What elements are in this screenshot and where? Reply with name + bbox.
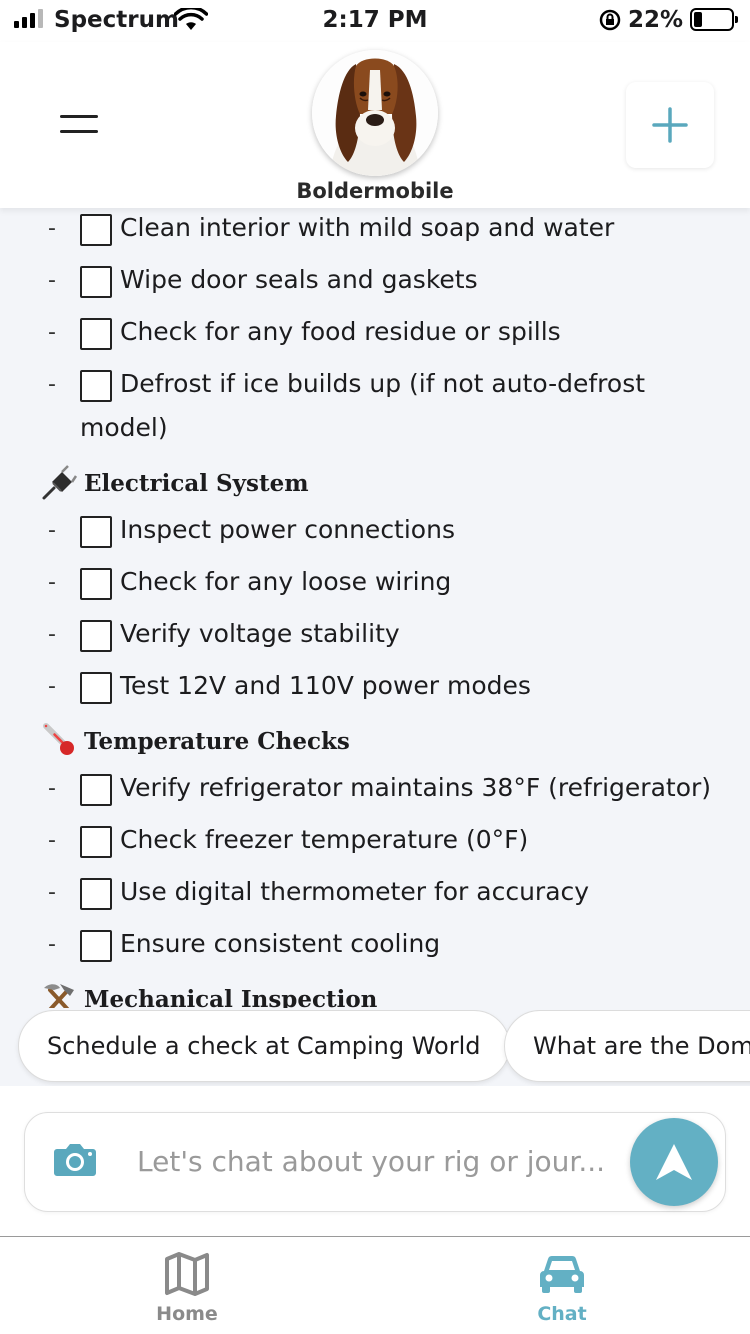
checkbox[interactable]: [80, 620, 112, 652]
send-button[interactable]: [630, 1118, 718, 1206]
battery-percent: 22%: [628, 7, 684, 33]
section-heading-electrical: Electrical System: [40, 464, 309, 502]
checklist-item-text: Wipe door seals and gaskets: [120, 265, 478, 294]
list-bullet: -: [48, 320, 56, 345]
list-bullet: -: [48, 518, 56, 543]
checkbox[interactable]: [80, 930, 112, 962]
list-bullet: -: [48, 268, 56, 293]
checklist-item-text: Check freezer temperature (0°F): [120, 825, 529, 854]
section-title: Mechanical Inspection: [84, 985, 378, 1009]
send-arrow-icon: [656, 1144, 692, 1180]
bottom-tab-bar: Home Chat: [0, 1236, 750, 1334]
checkbox[interactable]: [80, 672, 112, 704]
checkbox[interactable]: [80, 318, 112, 350]
list-bullet: -: [48, 622, 56, 647]
checkbox[interactable]: [80, 370, 112, 402]
section-title: Temperature Checks: [84, 727, 350, 755]
app-name: Boldermobile: [296, 179, 454, 203]
section-heading-temperature: Temperature Checks: [40, 722, 350, 760]
hammer-and-pick-icon: [40, 980, 78, 1008]
list-bullet: -: [48, 674, 56, 699]
checkbox[interactable]: [80, 568, 112, 600]
battery-icon: [690, 8, 738, 31]
list-bullet: -: [48, 932, 56, 957]
app-header: Boldermobile: [0, 42, 750, 208]
tab-label: Home: [156, 1303, 218, 1325]
message-input[interactable]: Let's chat about your rig or jour...: [24, 1112, 726, 1212]
checklist-item-text: Ensure consistent cooling: [120, 929, 441, 958]
checkbox[interactable]: [80, 878, 112, 910]
section-heading-mechanical: Mechanical Inspection: [40, 980, 377, 1008]
suggestion-chip[interactable]: Schedule a check at Camping World: [18, 1010, 510, 1082]
plug-icon: [40, 464, 78, 502]
list-bullet: -: [48, 776, 56, 801]
list-bullet: -: [48, 570, 56, 595]
list-bullet: -: [48, 828, 56, 853]
suggestion-chips: Schedule a check at Camping World What a…: [0, 1010, 750, 1086]
checklist-item-text: Defrost if ice builds up (if not auto-de…: [120, 369, 646, 398]
hamburger-menu-icon[interactable]: [60, 112, 100, 138]
thermometer-icon: [40, 722, 78, 760]
add-button[interactable]: [626, 82, 714, 168]
checkbox[interactable]: [80, 214, 112, 246]
avatar[interactable]: [312, 50, 438, 176]
checkbox[interactable]: [80, 774, 112, 806]
list-bullet: -: [48, 372, 56, 397]
checklist-item-text: Check for any loose wiring: [120, 567, 452, 596]
checklist-item-text-continued: model): [80, 413, 168, 442]
suggestion-chip[interactable]: What are the Dome: [504, 1010, 750, 1082]
checklist-item-text: Inspect power connections: [120, 515, 455, 544]
tab-label: Chat: [537, 1303, 587, 1325]
checkbox[interactable]: [80, 516, 112, 548]
checkbox[interactable]: [80, 826, 112, 858]
checklist-item-text: Test 12V and 110V power modes: [120, 671, 531, 700]
map-icon: [165, 1252, 209, 1296]
camera-icon[interactable]: [53, 1141, 97, 1177]
car-icon: [540, 1255, 584, 1293]
chat-message-content: - Clean interior with mild soap and wate…: [0, 208, 750, 1008]
checkbox[interactable]: [80, 266, 112, 298]
message-input-placeholder: Let's chat about your rig or jour...: [137, 1145, 606, 1178]
orientation-lock-icon: [599, 9, 621, 31]
checklist-item-text: Check for any food residue or spills: [120, 317, 561, 346]
checklist-item-text: Use digital thermometer for accuracy: [120, 877, 590, 906]
checklist-item-text: Verify voltage stability: [120, 619, 400, 648]
plus-icon: [652, 107, 688, 143]
basset-hound-avatar-image: [312, 50, 438, 176]
checklist-item-text: Clean interior with mild soap and water: [120, 213, 615, 242]
list-bullet: -: [48, 880, 56, 905]
tab-home[interactable]: Home: [107, 1251, 267, 1325]
tab-chat[interactable]: Chat: [482, 1251, 642, 1325]
list-bullet: -: [48, 216, 56, 241]
status-bar: Spectrum 2:17 PM 22%: [0, 0, 750, 42]
section-title: Electrical System: [84, 469, 309, 497]
checklist-item-text: Verify refrigerator maintains 38°F (refr…: [120, 773, 712, 802]
